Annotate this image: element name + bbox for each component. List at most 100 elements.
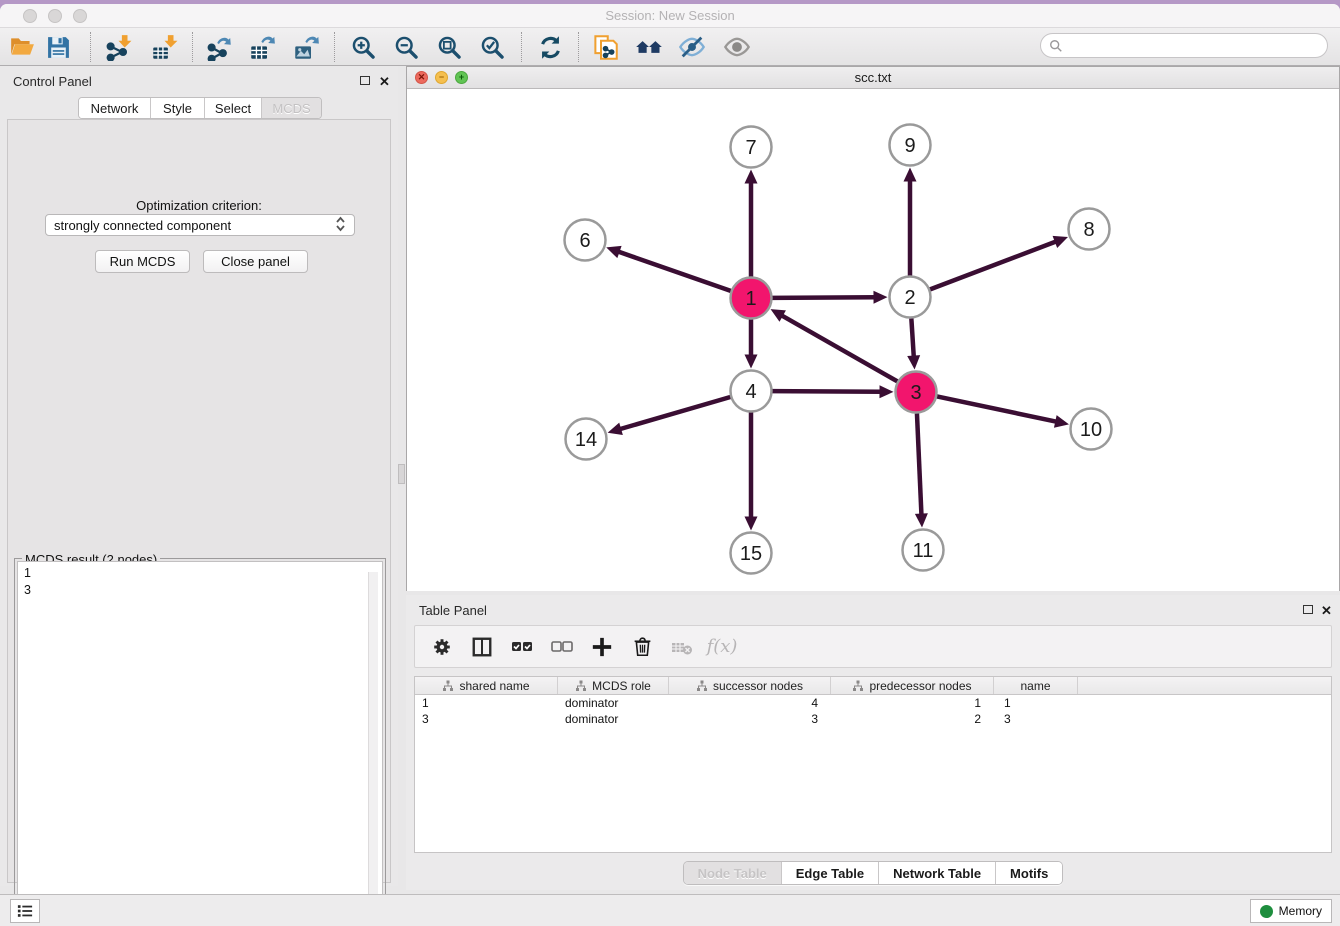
zoom-selected-icon[interactable]	[478, 33, 506, 61]
cell-predecessor-nodes[interactable]: 1	[831, 695, 994, 711]
export-image-icon[interactable]	[292, 33, 320, 61]
toolbar-separator	[334, 32, 335, 62]
zoom-out-icon[interactable]	[392, 33, 420, 61]
graph-node-label: 14	[575, 429, 597, 451]
float-table-panel-icon[interactable]	[1303, 605, 1313, 614]
column-header-name[interactable]: name	[994, 677, 1078, 694]
export-table-icon[interactable]	[248, 33, 276, 61]
cell-shared-name[interactable]: 1	[415, 695, 558, 711]
save-icon[interactable]	[44, 33, 72, 61]
cell-mcds-role[interactable]: dominator	[558, 695, 669, 711]
show-all-icon[interactable]	[723, 33, 751, 61]
search-input[interactable]	[1067, 39, 1327, 53]
graph-edge[interactable]	[937, 396, 1058, 422]
graph-edge-arrowhead	[745, 355, 758, 369]
panel-splitter-handle[interactable]	[398, 464, 405, 484]
cell-name[interactable]: 3	[994, 711, 1078, 727]
mcds-result-text[interactable]: 1 3	[17, 561, 383, 926]
open-folder-icon[interactable]	[8, 33, 36, 61]
column-type-icon	[442, 680, 454, 692]
cell-predecessor-nodes[interactable]: 2	[831, 711, 994, 727]
search-icon	[1049, 39, 1063, 53]
column-header-shared-name[interactable]: shared name	[415, 677, 558, 694]
graph-node-label: 4	[745, 381, 756, 403]
tab-select[interactable]: Select	[205, 98, 262, 118]
export-network-icon[interactable]	[205, 33, 233, 61]
toolbar-separator	[521, 32, 522, 62]
select-stepper-icon	[335, 216, 346, 235]
close-panel-button[interactable]: Close panel	[203, 250, 308, 273]
table-header-row: shared name MCDS role successor nodes pr…	[415, 677, 1331, 695]
tab-network-table[interactable]: Network Table	[879, 862, 996, 884]
main-toolbar	[0, 28, 1340, 66]
graph-node-label: 3	[910, 382, 921, 404]
window-title: Session: New Session	[0, 8, 1340, 23]
graph-edge-arrowhead	[745, 170, 758, 184]
network-canvas-svg: 1234678910111415	[407, 89, 1339, 591]
control-panel-tabs: Network Style Select MCDS	[78, 97, 322, 119]
deselect-all-icon[interactable]	[549, 634, 575, 660]
close-table-panel-icon[interactable]: ✕	[1321, 603, 1332, 619]
tab-node-table[interactable]: Node Table	[684, 862, 782, 884]
graph-edge[interactable]	[911, 318, 914, 358]
result-line: 1	[24, 565, 382, 582]
control-panel: Control Panel ✕ Network Style Select MCD…	[0, 66, 398, 886]
zoom-fit-icon[interactable]	[435, 33, 463, 61]
fx-label: f(x)	[707, 636, 738, 657]
float-panel-icon[interactable]	[360, 76, 370, 85]
graph-node-label: 11	[913, 540, 934, 562]
control-panel-header: Control Panel ✕	[0, 66, 398, 96]
close-panel-icon[interactable]: ✕	[379, 74, 390, 90]
refresh-icon[interactable]	[536, 33, 564, 61]
graph-edge[interactable]	[617, 251, 731, 291]
import-table-icon[interactable]	[150, 33, 178, 61]
column-header-mcds-role[interactable]: MCDS role	[558, 677, 669, 694]
graph-node-label: 15	[740, 543, 762, 565]
function-builder-icon: f(x)	[709, 634, 735, 660]
graph-node-label: 9	[904, 135, 915, 157]
mcds-result-group: MCDS result (2 nodes) 1 3	[14, 552, 386, 926]
table-row[interactable]: 3 dominator 3 2 3	[415, 711, 1331, 727]
table-row[interactable]: 1 dominator 4 1 1	[415, 695, 1331, 711]
tab-mcds[interactable]: MCDS	[262, 98, 321, 118]
task-history-button[interactable]	[10, 899, 40, 923]
graph-edge[interactable]	[772, 297, 876, 298]
first-neighbors-icon[interactable]	[635, 33, 663, 61]
graph-edge-arrowhead	[873, 291, 887, 304]
cell-shared-name[interactable]: 3	[415, 711, 558, 727]
zoom-in-icon[interactable]	[349, 33, 377, 61]
cell-successor-nodes[interactable]: 3	[669, 711, 831, 727]
tab-motifs[interactable]: Motifs	[996, 862, 1062, 884]
delete-column-icon[interactable]	[629, 634, 655, 660]
graph-edge[interactable]	[917, 413, 922, 516]
graph-edge-arrowhead	[606, 246, 621, 258]
cell-successor-nodes[interactable]: 4	[669, 695, 831, 711]
column-header-predecessor-nodes[interactable]: predecessor nodes	[831, 677, 994, 694]
graph-edge[interactable]	[618, 397, 730, 430]
result-scrollbar[interactable]	[368, 572, 378, 926]
graph-node-label: 6	[579, 230, 590, 252]
column-view-icon[interactable]	[469, 634, 495, 660]
duplicate-network-icon[interactable]	[591, 33, 619, 61]
graph-edge[interactable]	[930, 241, 1058, 289]
tab-network[interactable]: Network	[79, 98, 151, 118]
search-field[interactable]	[1040, 33, 1328, 58]
hide-selected-icon[interactable]	[678, 33, 706, 61]
criterion-select[interactable]: strongly connected component	[45, 214, 355, 236]
title-bar: Session: New Session	[0, 4, 1340, 28]
memory-button[interactable]: Memory	[1250, 899, 1332, 923]
column-header-successor-nodes[interactable]: successor nodes	[669, 677, 831, 694]
cell-name[interactable]: 1	[994, 695, 1078, 711]
network-canvas[interactable]: 1234678910111415	[407, 89, 1339, 591]
graph-edge[interactable]	[780, 315, 897, 382]
graph-edge[interactable]	[772, 391, 882, 392]
cell-mcds-role[interactable]: dominator	[558, 711, 669, 727]
gear-icon[interactable]	[429, 634, 455, 660]
run-mcds-button[interactable]: Run MCDS	[95, 250, 190, 273]
tab-edge-table[interactable]: Edge Table	[782, 862, 879, 884]
select-all-icon[interactable]	[509, 634, 535, 660]
graph-edge-arrowhead	[904, 168, 917, 182]
add-column-icon[interactable]	[589, 634, 615, 660]
tab-style[interactable]: Style	[151, 98, 205, 118]
import-network-icon[interactable]	[104, 33, 132, 61]
